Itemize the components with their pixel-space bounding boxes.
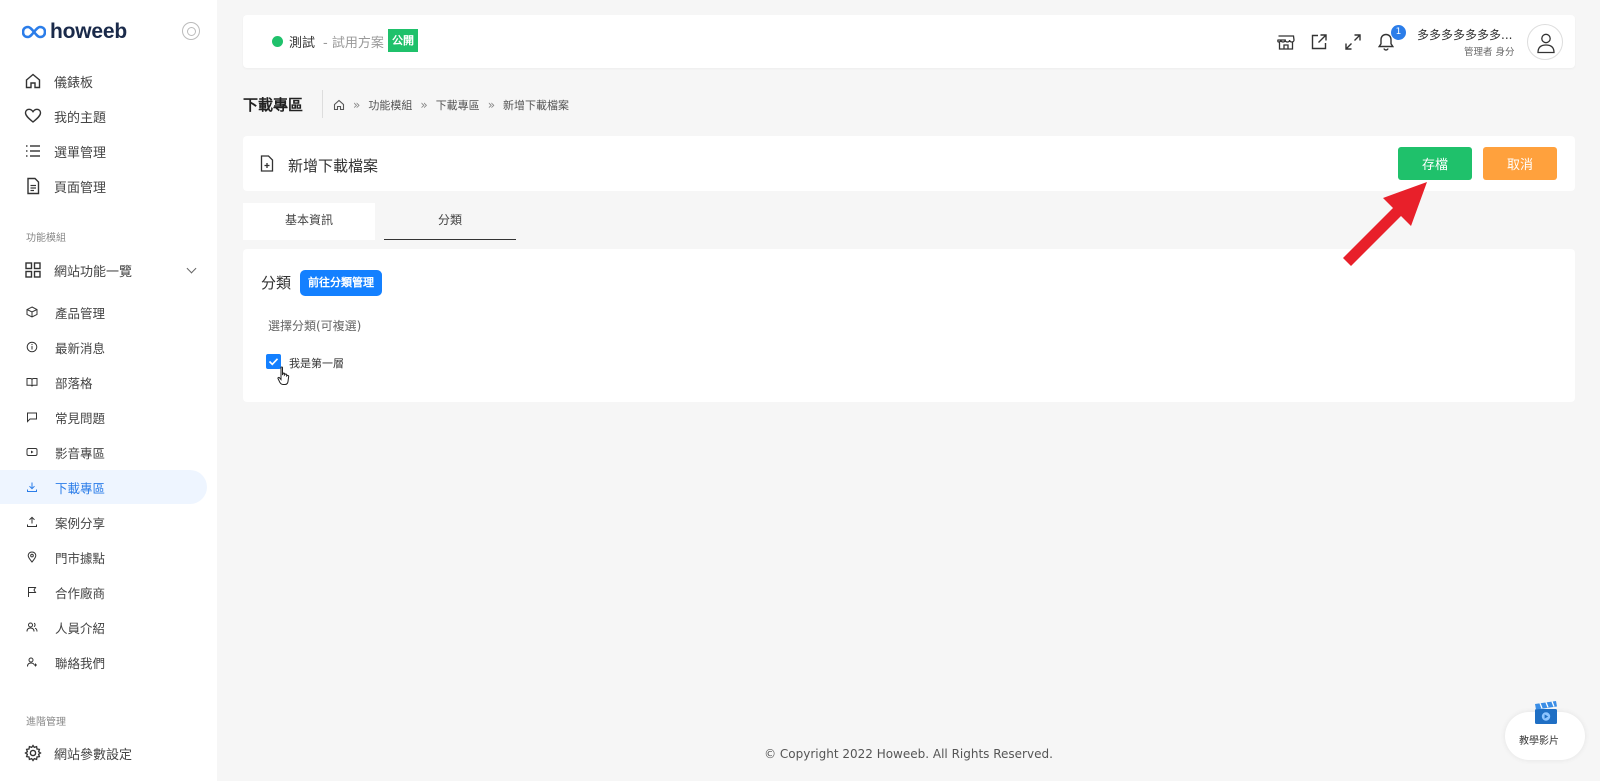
infinity-logo-icon (22, 25, 46, 39)
sidebar-item-news[interactable]: 最新消息 (0, 330, 207, 364)
cancel-button[interactable]: 取消 (1483, 147, 1557, 180)
tutorial-video-widget[interactable]: 教學影片 (1505, 700, 1585, 760)
breadcrumb: » 功能模組 » 下載專區 » 新增下載檔案 (333, 97, 569, 113)
sidebar-item-faq[interactable]: 常見問題 (0, 400, 207, 434)
grid-icon (25, 262, 41, 278)
sidebar-item-label: 網站功能一覽 (54, 264, 133, 280)
sidebar-item-label: 合作廠商 (55, 585, 106, 601)
chat-icon (27, 412, 37, 423)
chevron-down-icon (186, 263, 197, 274)
category-hint: 選擇分類(可複選) (268, 319, 362, 333)
notification-count-badge: 1 (1391, 25, 1406, 40)
go-to-category-management-button[interactable]: 前往分類管理 (300, 270, 382, 296)
sidebar-item-label: 聯絡我們 (55, 655, 106, 671)
category-option-label[interactable]: 我是第一層 (289, 355, 344, 371)
sidebar-item-video[interactable]: 影音專區 (0, 435, 207, 469)
sidebar-item-site-features[interactable]: 網站功能一覽 (0, 253, 207, 287)
sidebar-section-advanced: 進階管理 (26, 717, 66, 728)
sidebar-item-label: 儀錶板 (54, 75, 94, 91)
user-role: 管理者 身分 (1464, 47, 1515, 58)
site-status-dot (272, 36, 283, 47)
fullscreen-icon[interactable] (1343, 32, 1363, 52)
sidebar-item-label: 案例分享 (55, 515, 106, 531)
sidebar: howeeb 儀錶板 我的主題 選單管理 頁面管理 功能模組 網站功能一覽 產品… (0, 0, 217, 781)
download-icon (27, 482, 37, 492)
breadcrumb-separator-icon: » (353, 98, 361, 112)
breadcrumb-separator-icon: » (420, 98, 428, 112)
sidebar-item-label: 頁面管理 (54, 180, 107, 196)
sidebar-item-downloads[interactable]: 下載專區 (0, 470, 207, 504)
sidebar-item-page-management[interactable]: 頁面管理 (0, 169, 207, 203)
document-icon (27, 177, 40, 195)
brand-logo[interactable]: howeeb (22, 20, 127, 44)
breadcrumb-separator-icon: » (487, 98, 496, 112)
sidebar-item-menu-management[interactable]: 選單管理 (0, 134, 207, 168)
annotation-arrow-icon (1343, 182, 1427, 266)
book-icon (26, 378, 38, 387)
sidebar-item-label: 產品管理 (55, 305, 106, 321)
page-title: 下載專區 (243, 96, 304, 114)
clapperboard-icon (1535, 701, 1557, 724)
sidebar-item-label: 人員介紹 (55, 620, 106, 636)
hand-cursor-icon (277, 366, 290, 385)
sidebar-section-modules: 功能模組 (26, 233, 66, 244)
user-icon (1537, 33, 1555, 54)
user-name[interactable]: 多多多多多多多... (1417, 26, 1512, 43)
brand-name: howeeb (50, 20, 127, 43)
sidebar-item-label: 影音專區 (55, 445, 106, 461)
tutorial-video-label: 教學影片 (1519, 736, 1559, 747)
sidebar-item-case-sharing[interactable]: 案例分享 (0, 505, 207, 539)
contact-icon (27, 657, 37, 667)
sidebar-item-staff[interactable]: 人員介紹 (0, 610, 207, 644)
site-name[interactable]: 測試 (289, 32, 315, 51)
store-icon[interactable] (1276, 32, 1296, 52)
tab-category[interactable]: 分類 (384, 203, 516, 240)
breadcrumb-item[interactable]: 功能模組 (368, 97, 412, 113)
box-icon (26, 306, 38, 318)
sidebar-collapse-icon[interactable] (182, 22, 200, 40)
sidebar-item-store-locations[interactable]: 門市據點 (0, 540, 207, 574)
sidebar-item-my-theme[interactable]: 我的主題 (0, 99, 207, 133)
sidebar-item-label: 選單管理 (54, 145, 107, 161)
sidebar-item-partners[interactable]: 合作廠商 (0, 575, 207, 609)
sidebar-item-label: 常見問題 (55, 410, 106, 426)
tab-basic-info[interactable]: 基本資訊 (243, 203, 375, 240)
home-icon[interactable] (333, 99, 345, 111)
flag-icon (28, 587, 37, 597)
list-icon (26, 145, 40, 157)
category-panel: 分類 前往分類管理 選擇分類(可複選) 我是第一層 (243, 249, 1575, 402)
sidebar-item-label: 門市據點 (55, 550, 106, 566)
location-icon (27, 551, 37, 563)
video-icon (26, 448, 38, 456)
category-panel-title: 分類 (261, 274, 292, 292)
form-title: 新增下載檔案 (288, 157, 379, 175)
people-icon (26, 622, 38, 632)
avatar[interactable] (1527, 24, 1563, 60)
footer-copyright: © Copyright 2022 Howeeb. All Rights Rese… (764, 747, 1053, 761)
external-link-icon[interactable] (1309, 32, 1329, 52)
home-icon (25, 73, 41, 89)
site-plan: - 試用方案 (323, 36, 384, 51)
breadcrumb-divider (322, 90, 323, 118)
sidebar-item-products[interactable]: 產品管理 (0, 295, 207, 329)
sidebar-item-label: 下載專區 (55, 480, 106, 496)
public-status-badge: 公開 (388, 29, 418, 52)
sidebar-item-blog[interactable]: 部落格 (0, 365, 207, 399)
sidebar-item-label: 部落格 (55, 375, 93, 391)
sidebar-item-label: 最新消息 (55, 340, 106, 356)
sidebar-item-dashboard[interactable]: 儀錶板 (0, 64, 207, 98)
breadcrumb-current: 新增下載檔案 (503, 99, 570, 112)
sidebar-item-label: 我的主題 (54, 110, 107, 126)
share-icon (27, 516, 37, 527)
info-icon (26, 341, 38, 353)
heart-icon (24, 108, 42, 123)
breadcrumb-item[interactable]: 下載專區 (436, 97, 480, 113)
sidebar-item-contact[interactable]: 聯絡我們 (0, 645, 207, 679)
topbar: 測試 - 試用方案 公開 1 多多多多多多多... 管理者 身分 (243, 15, 1575, 68)
file-add-icon (260, 155, 274, 172)
